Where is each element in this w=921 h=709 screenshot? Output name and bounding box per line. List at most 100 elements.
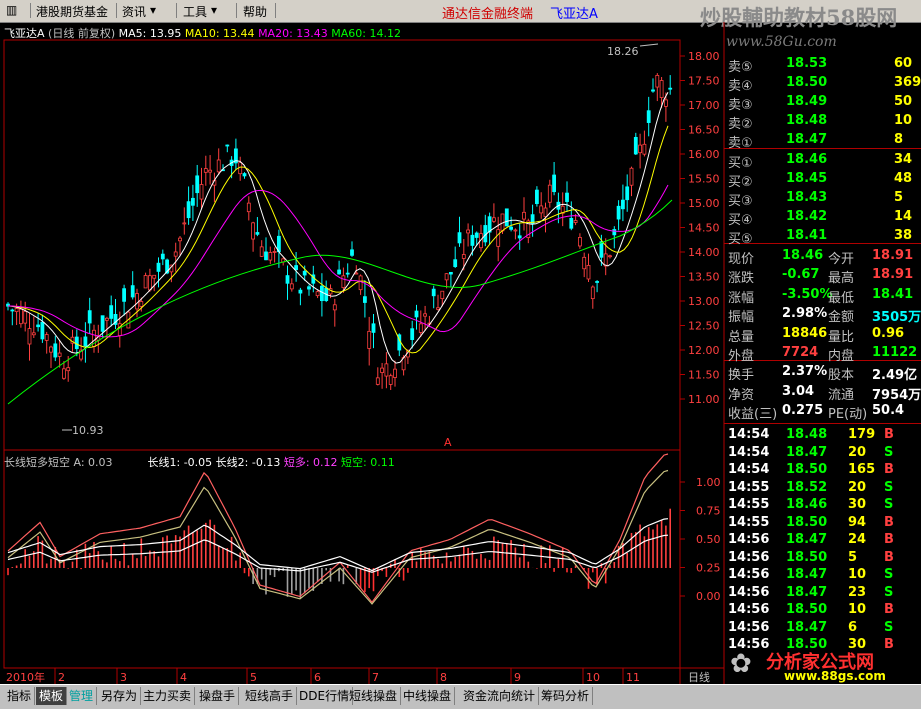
candle-body [590, 286, 595, 300]
stat-value: 0.275 [782, 403, 824, 419]
candle-body [57, 352, 62, 357]
date-label: 6 [314, 671, 321, 684]
tab-1[interactable]: 模板 [36, 687, 68, 705]
low-price-label: 10.93 [72, 424, 104, 437]
candle-body [255, 232, 260, 235]
candle-body [625, 186, 630, 201]
stat-row[interactable]: 换手 2.37% 股本 2.49亿 [724, 364, 921, 383]
tab-10[interactable]: 资金流向统计 [460, 687, 540, 705]
trade-row[interactable]: 14:54 18.48 179 B [724, 427, 921, 445]
trade-time: 14:55 [728, 479, 770, 495]
trade-price: 18.47 [786, 584, 828, 600]
trade-price: 18.50 [786, 462, 828, 477]
candle-body [612, 229, 617, 236]
candle-body [384, 363, 389, 377]
bid-row[interactable]: 买② 18.45 48 [724, 171, 921, 190]
ask-price: 18.47 [786, 132, 828, 147]
tab-11[interactable]: 筹码分析 [538, 687, 594, 705]
candle-body [436, 307, 440, 310]
candle-body [621, 199, 625, 210]
ask-row[interactable]: 卖④ 18.50 369 [724, 75, 921, 94]
trade-row[interactable]: 14:56 18.47 24 B [724, 532, 921, 550]
trade-row[interactable]: 14:56 18.47 10 S [724, 567, 921, 585]
candle-body [393, 368, 397, 378]
ask-label: 卖⑤ [728, 60, 753, 75]
bid-row[interactable]: 买⑤ 18.41 38 [724, 228, 921, 247]
trade-row[interactable]: 14:54 18.50 165 B [724, 462, 921, 480]
indicator-tick-label: 0.50 [696, 533, 721, 546]
stat-value: -3.50% [782, 286, 833, 302]
trade-time: 14:56 [728, 619, 770, 635]
ask-row[interactable]: 卖⑤ 18.53 60 [724, 56, 921, 75]
stat-row[interactable]: 涨幅 -3.50% 最低 18.41 [724, 286, 921, 306]
stat-value: 11122 [872, 345, 918, 360]
bid-price: 18.45 [786, 171, 828, 186]
trade-row[interactable]: 14:56 18.50 10 B [724, 602, 921, 620]
tab-4[interactable]: 主力买卖 [140, 687, 196, 705]
stat-row[interactable]: 振幅 2.98% 金额 3505万 [724, 306, 921, 326]
tab-2[interactable]: 管理 [66, 687, 98, 705]
stat-row[interactable]: 涨跌 -0.67 最高 18.91 [724, 267, 921, 286]
candle-body [646, 110, 651, 123]
bid-row[interactable]: 买① 18.46 34 [724, 152, 921, 171]
stat-row[interactable]: 收益(三) 0.275 PE(动) 50.4 [724, 403, 921, 423]
bid-label: 买② [728, 175, 753, 190]
tab-3[interactable]: 另存为 [98, 687, 142, 705]
trade-row[interactable]: 14:55 18.52 20 S [724, 480, 921, 498]
trade-row[interactable]: 14:56 18.47 23 S [724, 585, 921, 603]
candle-body [268, 252, 273, 261]
trade-side: S [884, 619, 894, 635]
candle-body [285, 275, 290, 284]
trade-row[interactable]: 14:55 18.50 94 B [724, 515, 921, 533]
stat-row[interactable]: 现价 18.46 今开 18.91 [724, 248, 921, 267]
tab-9[interactable]: 中线操盘 [400, 687, 456, 705]
tab-8[interactable]: 短线操盘 [346, 687, 402, 705]
trade-volume: 30 [848, 497, 867, 512]
ask-row[interactable]: 卖① 18.47 8 [724, 132, 921, 151]
trade-row[interactable]: 14:54 18.47 20 S [724, 445, 921, 463]
stat-row[interactable]: 总量 18846 量比 0.96 [724, 326, 921, 345]
tab-5[interactable]: 操盘手 [196, 687, 240, 705]
tab-7[interactable]: DDE行情 [296, 687, 354, 705]
candle-body [651, 89, 655, 92]
bid-row[interactable]: 买③ 18.43 5 [724, 190, 921, 209]
divider [724, 423, 921, 424]
trade-time: 14:56 [728, 549, 770, 565]
candle-body [496, 229, 501, 247]
candle-body [423, 313, 428, 317]
stat-row[interactable]: 外盘 7724 内盘 11122 [724, 345, 921, 364]
stat-key: 金额 [828, 310, 855, 326]
indicator-tick-label: 0.75 [696, 505, 721, 518]
ask-volume: 8 [894, 132, 904, 147]
stat-key: 最低 [828, 290, 855, 306]
bid-volume: 38 [894, 228, 913, 243]
candle-body [448, 271, 453, 275]
trade-side: S [884, 497, 894, 512]
bid-label: 买① [728, 156, 753, 171]
candle-body [573, 220, 578, 223]
stat-value: 2.37% [782, 364, 828, 380]
trade-volume: 20 [848, 444, 867, 460]
bid-volume: 48 [894, 171, 913, 186]
trade-row[interactable]: 14:56 18.50 5 B [724, 550, 921, 568]
tab-6[interactable]: 短线高手 [242, 687, 298, 705]
short-short-line [7, 469, 669, 605]
bid-row[interactable]: 买④ 18.42 14 [724, 209, 921, 228]
stat-row[interactable]: 净资 3.04 流通 7954万 [724, 384, 921, 403]
trade-row[interactable]: 14:55 18.46 30 S [724, 497, 921, 515]
trade-row[interactable]: 14:56 18.50 30 B [724, 637, 921, 655]
trade-volume: 24 [848, 532, 867, 547]
candle-body [62, 368, 66, 379]
candle-body [457, 232, 462, 244]
ask-row[interactable]: 卖③ 18.49 50 [724, 94, 921, 113]
date-label: 5 [250, 671, 257, 684]
stat-key: 收益(三) [728, 407, 778, 423]
stat-value: 7724 [782, 345, 819, 360]
ask-row[interactable]: 卖② 18.48 10 [724, 113, 921, 132]
stat-key: 现价 [728, 252, 755, 267]
trade-row[interactable]: 14:56 18.47 6 S [724, 620, 921, 638]
stat-value: 50.4 [872, 403, 905, 419]
tab-0[interactable]: 指标 [4, 687, 36, 705]
candle-body [27, 328, 32, 345]
candle-body [668, 87, 673, 90]
